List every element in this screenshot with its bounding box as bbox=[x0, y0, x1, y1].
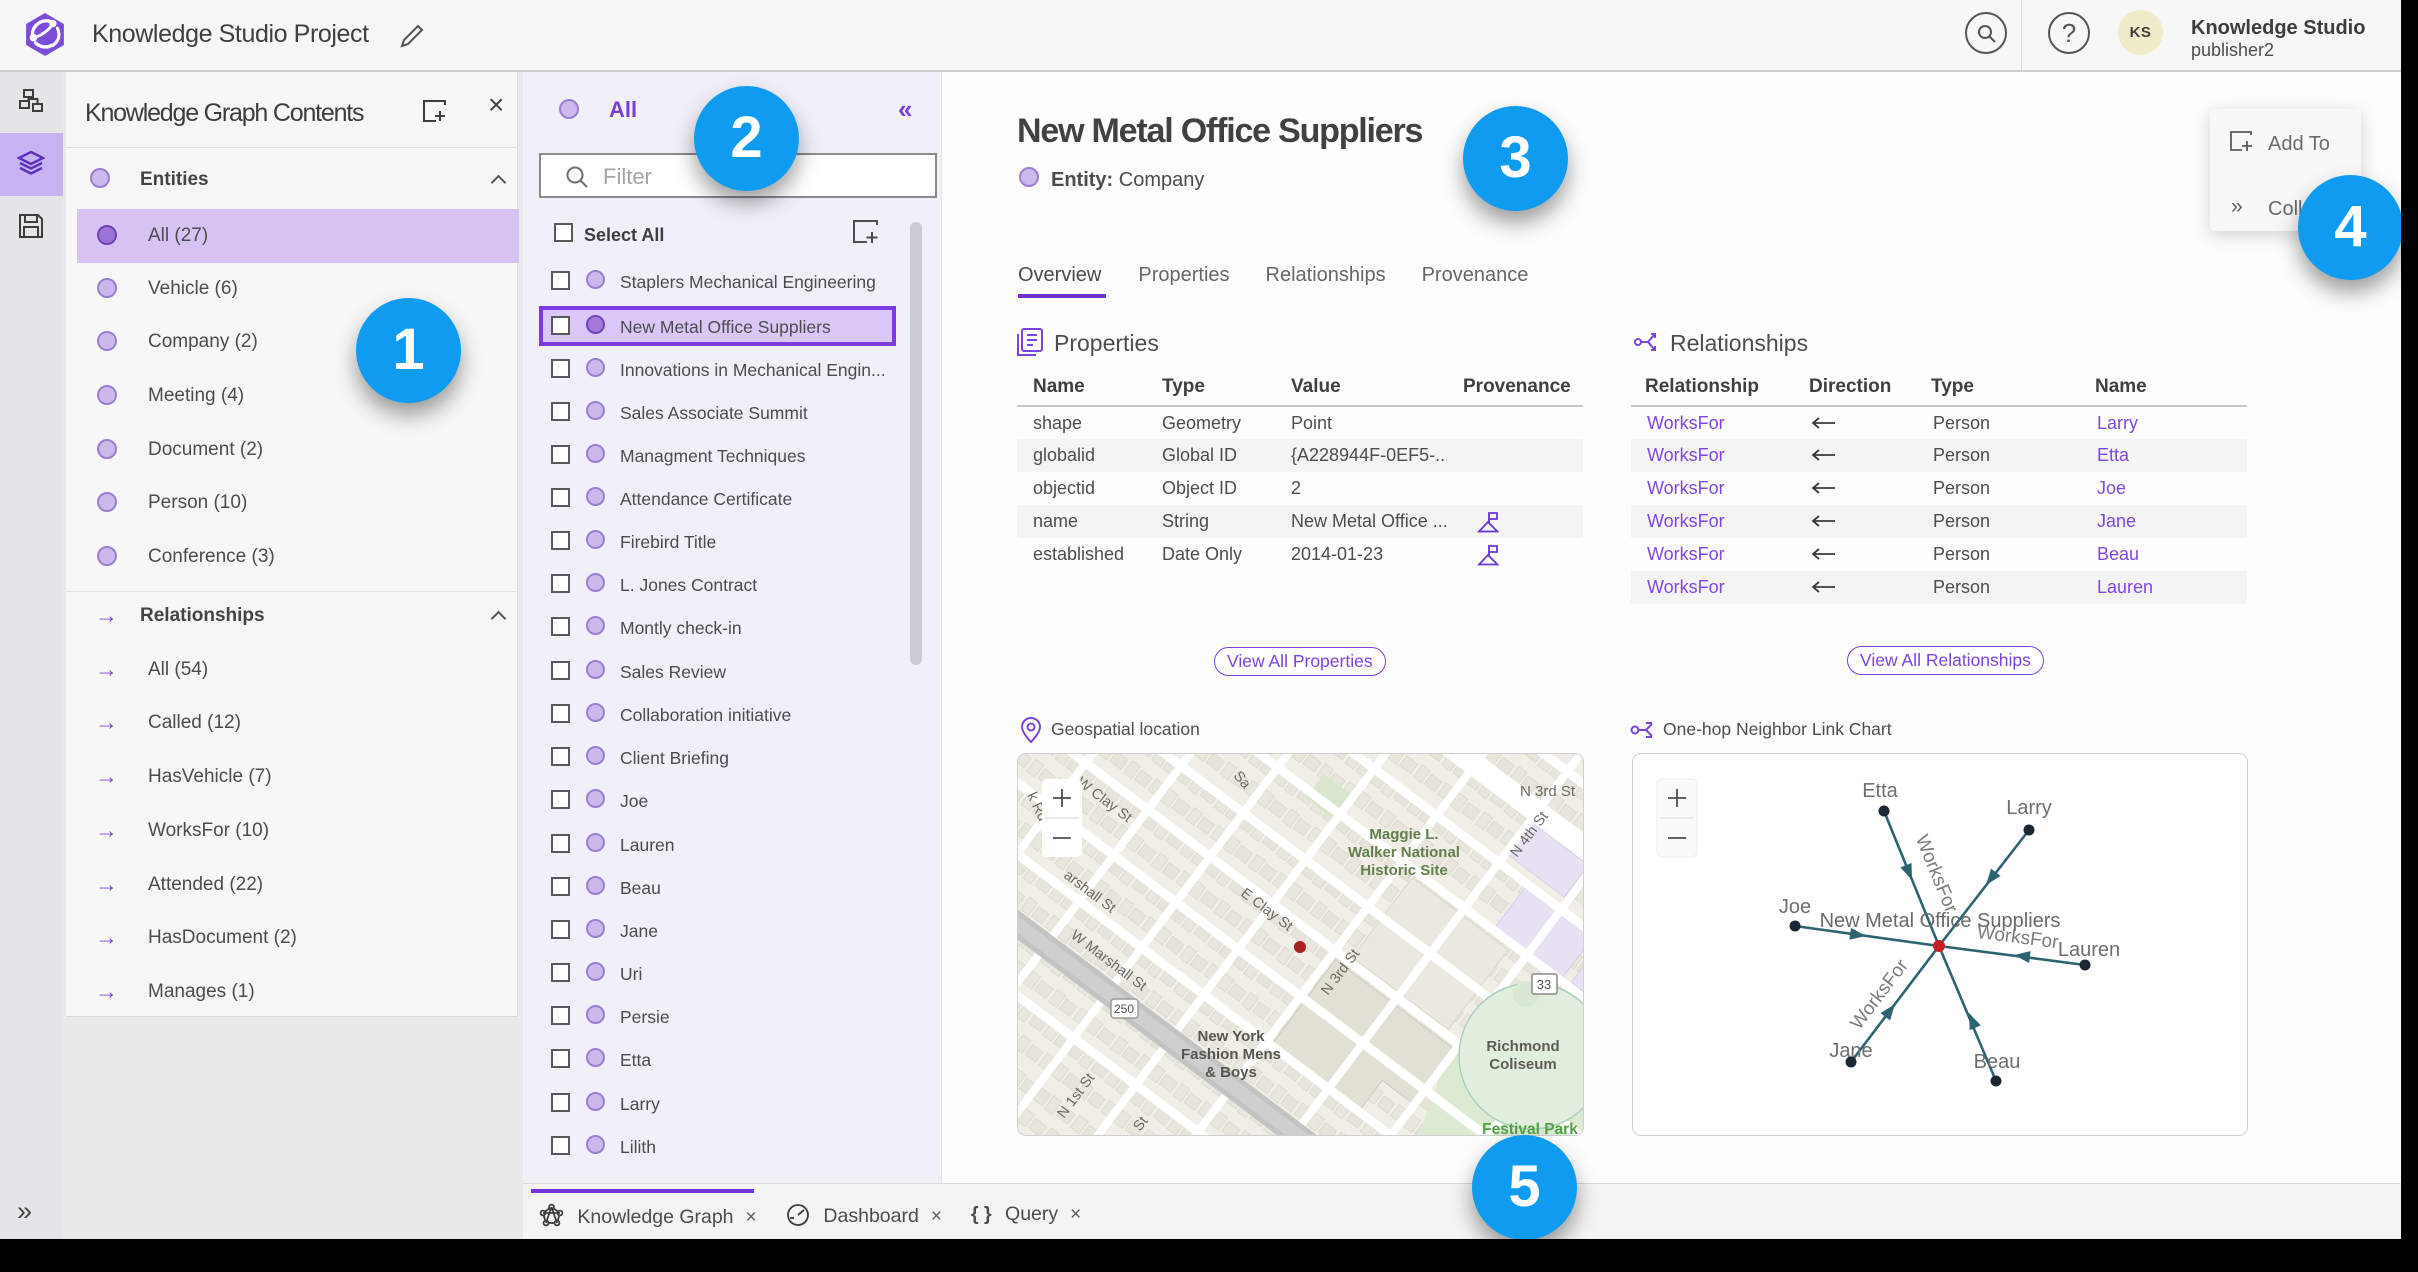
svg-text:N 3rd St: N 3rd St bbox=[1520, 783, 1576, 800]
svg-text:Coliseum: Coliseum bbox=[1489, 1056, 1557, 1073]
svg-text:Jane: Jane bbox=[1829, 1040, 1872, 1062]
svg-text:Beau: Beau bbox=[1974, 1051, 2021, 1073]
svg-text:Joe: Joe bbox=[1779, 896, 1811, 918]
svg-text:250: 250 bbox=[1114, 1002, 1134, 1016]
svg-text:Lauren: Lauren bbox=[2058, 939, 2120, 961]
svg-text:Etta: Etta bbox=[1862, 780, 1898, 802]
svg-text:& Boys: & Boys bbox=[1205, 1064, 1257, 1081]
svg-text:Walker National: Walker National bbox=[1348, 844, 1460, 861]
svg-text:WorksFor: WorksFor bbox=[1911, 832, 1962, 916]
svg-text:New York: New York bbox=[1198, 1028, 1266, 1045]
svg-text:Larry: Larry bbox=[2006, 797, 2052, 819]
svg-text:New Metal Office Suppliers: New Metal Office Suppliers bbox=[1820, 910, 2061, 932]
svg-text:33: 33 bbox=[1537, 977, 1551, 992]
svg-text:Fashion Mens: Fashion Mens bbox=[1181, 1046, 1281, 1063]
svg-text:Historic Site: Historic Site bbox=[1360, 862, 1448, 879]
svg-text:Maggie L.: Maggie L. bbox=[1369, 826, 1438, 843]
svg-text:Richmond: Richmond bbox=[1486, 1038, 1559, 1055]
svg-text:Festival Park: Festival Park bbox=[1482, 1121, 1578, 1136]
